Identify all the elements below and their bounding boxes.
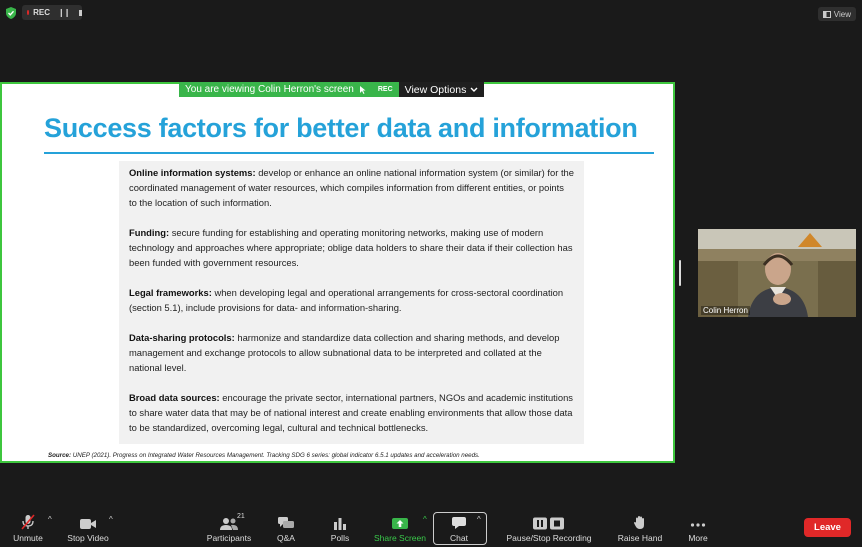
slide-title: Success factors for better data and info…	[44, 113, 638, 143]
recording-dot-icon	[27, 10, 30, 15]
leave-button[interactable]: Leave	[804, 518, 851, 537]
stop-video-label: Stop Video	[67, 533, 109, 543]
list-item: Online information systems: develop or e…	[129, 165, 574, 210]
banner-rec-label: REC	[377, 86, 393, 93]
view-label: View	[833, 9, 851, 19]
viewing-text: You are viewing Colin Herron's screen	[185, 84, 354, 95]
microphone-muted-icon	[21, 514, 35, 530]
polls-label: Polls	[330, 533, 350, 543]
share-screen-button[interactable]: Share Screen	[374, 510, 426, 547]
view-button[interactable]: View	[817, 7, 856, 21]
recording-label: REC	[33, 8, 51, 17]
viewing-notice: You are viewing Colin Herron's screen RE…	[179, 82, 399, 97]
item-text: secure funding for establishing and oper…	[129, 227, 573, 268]
stop-recording-icon[interactable]	[79, 9, 82, 16]
source-text: UNEP (2021). Progress on Integrated Wate…	[71, 452, 480, 459]
chat-icon	[452, 517, 466, 529]
participants-icon	[220, 518, 238, 530]
more-label: More	[688, 533, 708, 543]
qa-icon	[278, 517, 294, 528]
viewing-banner: You are viewing Colin Herron's screen RE…	[179, 82, 485, 97]
pause-stop-recording-button[interactable]: Pause/Stop Recording	[503, 510, 595, 547]
view-options-label: View Options	[404, 83, 467, 96]
video-frame	[698, 229, 856, 317]
share-screen-icon	[392, 518, 408, 529]
participants-count: 21	[237, 513, 245, 520]
raise-hand-label: Raise Hand	[617, 533, 663, 543]
participants-label: Participants	[206, 533, 252, 543]
title-underline	[44, 152, 654, 154]
qa-label: Q&A	[277, 533, 295, 543]
item-heading: Legal frameworks:	[129, 287, 212, 298]
more-dots-icon	[690, 523, 706, 527]
qa-button[interactable]: Q&A	[270, 510, 302, 547]
list-item: Funding: secure funding for establishing…	[129, 225, 574, 270]
audio-options-chevron-icon[interactable]: ^	[48, 515, 52, 524]
remote-control-icon[interactable]	[358, 85, 366, 95]
item-heading: Broad data sources:	[129, 392, 220, 403]
unmute-button[interactable]: Unmute	[8, 510, 48, 547]
pause-recording-icon[interactable]: ❙❙	[58, 8, 70, 17]
chat-button[interactable]: Chat	[441, 510, 477, 547]
video-camera-icon	[80, 519, 96, 529]
unmute-label: Unmute	[13, 533, 43, 543]
view-layout-icon	[822, 10, 831, 18]
more-button[interactable]: More	[684, 510, 712, 547]
share-options-chevron-icon[interactable]: ^	[423, 515, 427, 524]
chat-options-chevron-icon[interactable]: ^	[477, 515, 481, 524]
stop-video-button[interactable]: Stop Video	[64, 510, 112, 547]
item-heading: Funding:	[129, 227, 170, 238]
pause-stop-recording-icon	[533, 517, 564, 530]
participant-name: Colin Herron	[701, 306, 750, 315]
raise-hand-button[interactable]: Raise Hand	[615, 510, 665, 547]
participants-button[interactable]: Participants	[204, 510, 254, 547]
chevron-down-icon	[470, 87, 478, 92]
participant-video[interactable]: Colin Herron	[698, 229, 856, 317]
item-heading: Online information systems:	[129, 167, 256, 178]
list-item: Legal frameworks: when developing legal …	[129, 285, 574, 315]
source-citation: Source: UNEP (2021). Progress on Integra…	[48, 452, 480, 459]
item-heading: Data-sharing protocols:	[129, 332, 235, 343]
polls-icon	[334, 518, 346, 530]
panel-resize-handle[interactable]	[679, 260, 681, 286]
share-screen-label: Share Screen	[374, 533, 426, 543]
pause-stop-recording-label: Pause/Stop Recording	[506, 533, 592, 543]
security-shield-icon[interactable]	[4, 6, 18, 20]
view-options-button[interactable]: View Options	[398, 82, 485, 97]
source-label: Source:	[48, 452, 72, 459]
raise-hand-icon	[634, 516, 644, 529]
chat-label: Chat	[450, 533, 468, 543]
recording-indicator: REC ❙❙	[22, 5, 82, 20]
top-bar: REC ❙❙ View	[0, 0, 862, 28]
list-item: Data-sharing protocols: harmonize and st…	[129, 330, 574, 375]
list-item: Broad data sources: encourage the privat…	[129, 390, 574, 435]
video-options-chevron-icon[interactable]: ^	[109, 515, 113, 524]
polls-button[interactable]: Polls	[325, 510, 355, 547]
meeting-toolbar: Unmute ^ Stop Video ^ Participants 21 Q&…	[0, 510, 862, 547]
